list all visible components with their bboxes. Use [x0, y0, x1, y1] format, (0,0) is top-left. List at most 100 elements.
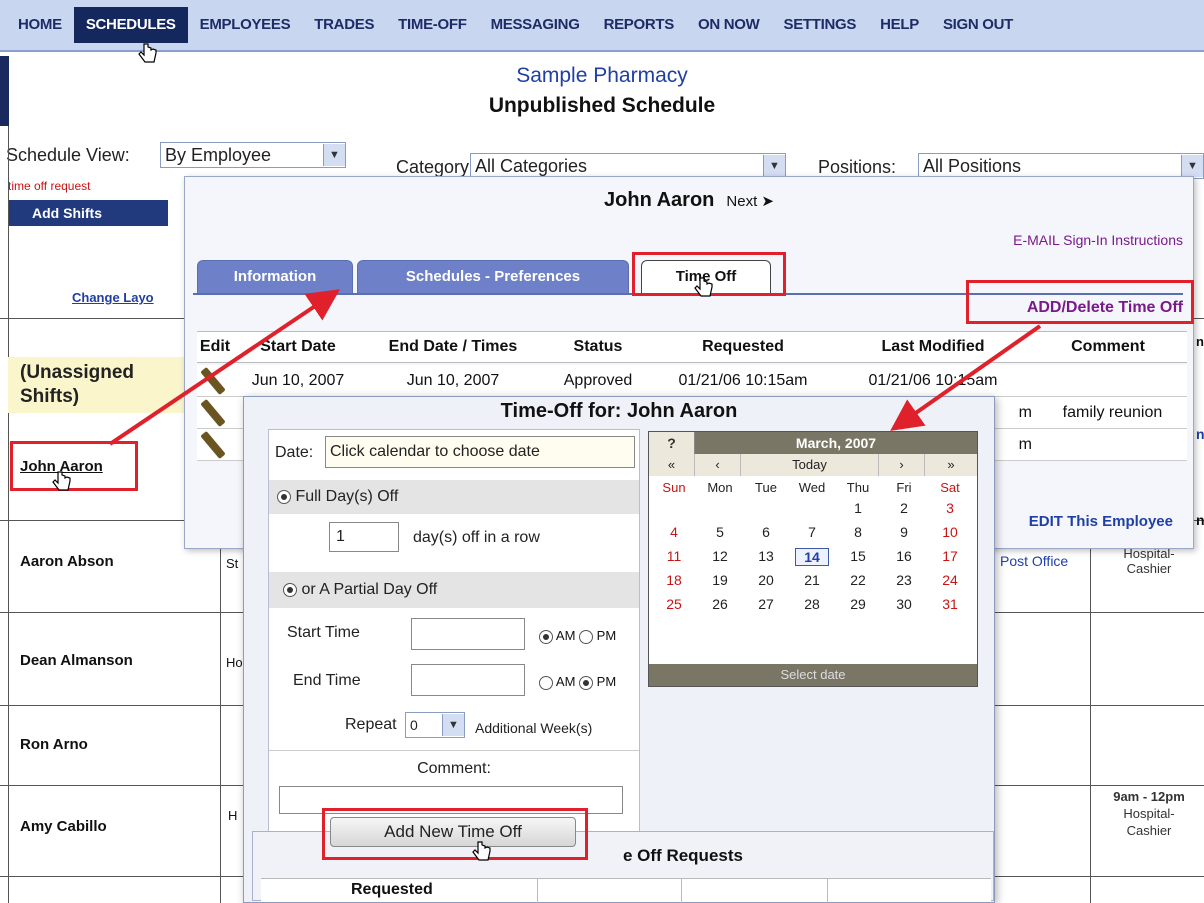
next-year-button[interactable]: »	[925, 454, 977, 476]
radio-unselected-icon[interactable]	[579, 629, 594, 644]
repeat-select[interactable]: 0 ▼	[405, 712, 465, 738]
column-header: Last Modified	[881, 338, 985, 355]
schedule-view-select[interactable]: By Employee ▼	[160, 142, 346, 168]
end-ampm[interactable]: AM PM	[539, 674, 616, 690]
radio-selected-icon[interactable]	[283, 582, 297, 597]
category-label: Category:	[396, 157, 475, 177]
calendar-day[interactable]: 6	[749, 524, 783, 540]
nav-item-reports[interactable]: REPORTS	[592, 7, 686, 43]
next-employee-link[interactable]: Next ➤	[726, 193, 774, 210]
edit-cell[interactable]	[197, 398, 233, 428]
next-month-button[interactable]: ›	[879, 454, 925, 476]
nav-item-schedules[interactable]: SCHEDULES	[73, 7, 188, 43]
prev-year-button[interactable]: «	[649, 454, 695, 476]
radio-selected-icon[interactable]	[277, 489, 291, 504]
calendar-day[interactable]: 23	[887, 572, 921, 588]
days-off-input[interactable]: 1	[329, 522, 399, 552]
calendar-day[interactable]: 8	[841, 524, 875, 540]
calendar-day[interactable]: 20	[749, 572, 783, 588]
calendar-day[interactable]: 31	[933, 596, 967, 612]
end-time-input[interactable]	[411, 664, 525, 696]
calendar-day[interactable]: 11	[657, 548, 691, 564]
calendar-day[interactable]: 4	[657, 524, 691, 540]
nav-item-messaging[interactable]: MESSAGING	[479, 7, 592, 43]
calendar-day[interactable]: 30	[887, 596, 921, 612]
nav-item-trades[interactable]: TRADES	[302, 7, 386, 43]
add-shifts-button[interactable]: Add Shifts	[8, 200, 168, 226]
grid-line	[220, 520, 221, 903]
calendar-help-button[interactable]: ?	[649, 432, 695, 454]
nav-item-on-now[interactable]: ON NOW	[686, 7, 772, 43]
edit-employee-link[interactable]: EDIT This Employee	[1029, 513, 1173, 530]
edit-cell[interactable]	[197, 366, 233, 396]
schedule-view-label: Schedule View:	[6, 145, 130, 165]
pencil-icon[interactable]	[200, 430, 226, 459]
nav-item-time-off[interactable]: TIME-OFF	[386, 7, 478, 43]
repeat-label: Repeat	[345, 716, 397, 733]
tab-schedules-preferences[interactable]: Schedules - Preferences	[357, 260, 629, 294]
calendar-day[interactable]: 26	[703, 596, 737, 612]
start-ampm[interactable]: AM PM	[539, 628, 616, 644]
table-cell: 01/21/06 10:15am	[678, 371, 808, 389]
calendar-day[interactable]: 5	[703, 524, 737, 540]
calendar-day[interactable]: 25	[657, 596, 691, 612]
comment-label: Comment:	[417, 760, 491, 777]
calendar-day[interactable]: 9	[887, 524, 921, 540]
post-office-link[interactable]: Post Office	[1000, 553, 1068, 569]
full-day-option[interactable]: Full Day(s) Off	[277, 488, 398, 506]
pencil-icon[interactable]	[200, 398, 226, 427]
partial-day-option[interactable]: or A Partial Day Off	[283, 581, 437, 599]
employee-name[interactable]: Aaron Abson	[20, 553, 114, 570]
shift-cell[interactable]: Hospital- Cashier	[1094, 546, 1204, 576]
calendar-day[interactable]: 15	[841, 548, 875, 564]
shift-cell[interactable]: 9am - 12pm Hospital- Cashier	[1094, 788, 1204, 839]
nav-item-sign-out[interactable]: SIGN OUT	[931, 7, 1025, 43]
calendar-day[interactable]: 17	[933, 548, 967, 564]
calendar-day[interactable]: 13	[749, 548, 783, 564]
table-row: Jun 10, 2007 Jun 10, 2007 Approved 01/21…	[197, 365, 1187, 397]
today-button[interactable]: Today	[741, 454, 879, 476]
calendar-day[interactable]: 18	[657, 572, 691, 588]
email-sign-in-link[interactable]: E-MAIL Sign-In Instructions	[1013, 232, 1183, 248]
calendar-day[interactable]: 27	[749, 596, 783, 612]
calendar-day[interactable]: 19	[703, 572, 737, 588]
calendar-day[interactable]: 7	[795, 524, 829, 540]
calendar-day[interactable]: 21	[795, 572, 829, 588]
radio-selected-icon[interactable]	[579, 675, 594, 690]
calendar-day[interactable]: 29	[841, 596, 875, 612]
weekday-label: Thu	[846, 480, 870, 495]
change-layout-link[interactable]: Change Layo	[72, 290, 154, 305]
start-time-input[interactable]	[411, 618, 525, 650]
nav-item-help[interactable]: HELP	[868, 7, 931, 43]
time-off-request-note: time off request	[8, 179, 91, 193]
radio-selected-icon[interactable]	[539, 629, 553, 644]
date-input[interactable]: Click calendar to choose date	[325, 436, 635, 468]
tab-information[interactable]: Information	[197, 260, 353, 294]
hand-cursor-icon	[52, 471, 71, 491]
employee-name[interactable]: Dean Almanson	[20, 652, 133, 669]
pencil-icon[interactable]	[200, 366, 226, 395]
calendar-day[interactable]: 3	[933, 500, 967, 516]
nav-item-settings[interactable]: SETTINGS	[772, 7, 869, 43]
calendar-day[interactable]: 1	[841, 500, 875, 516]
employee-name[interactable]: Amy Cabillo	[20, 818, 107, 835]
calendar-day[interactable]: 22	[841, 572, 875, 588]
calendar-month: March, 2007	[795, 435, 877, 451]
employee-name[interactable]: Ron Arno	[20, 736, 88, 753]
calendar-day[interactable]: 2	[887, 500, 921, 516]
table-cell: family reunion	[1062, 403, 1163, 421]
edit-cell[interactable]	[197, 430, 233, 460]
calendar-day[interactable]: 12	[703, 548, 737, 564]
prev-month-button[interactable]: ‹	[695, 454, 741, 476]
radio-unselected-icon[interactable]	[539, 675, 553, 690]
time-off-dialog-title: Time-Off for: John Aaron	[500, 400, 738, 422]
nav-item-home[interactable]: HOME	[6, 7, 74, 43]
calendar-day[interactable]: 10	[933, 524, 967, 540]
additional-weeks-label: Additional Week(s)	[475, 720, 593, 736]
calendar-day[interactable]: 14	[795, 548, 829, 566]
calendar-day[interactable]: 16	[887, 548, 921, 564]
calendar-day[interactable]: 24	[933, 572, 967, 588]
nav-item-employees[interactable]: EMPLOYEES	[188, 7, 303, 43]
partial-day-label: or A Partial Day Off	[301, 581, 438, 598]
calendar-day[interactable]: 28	[795, 596, 829, 612]
